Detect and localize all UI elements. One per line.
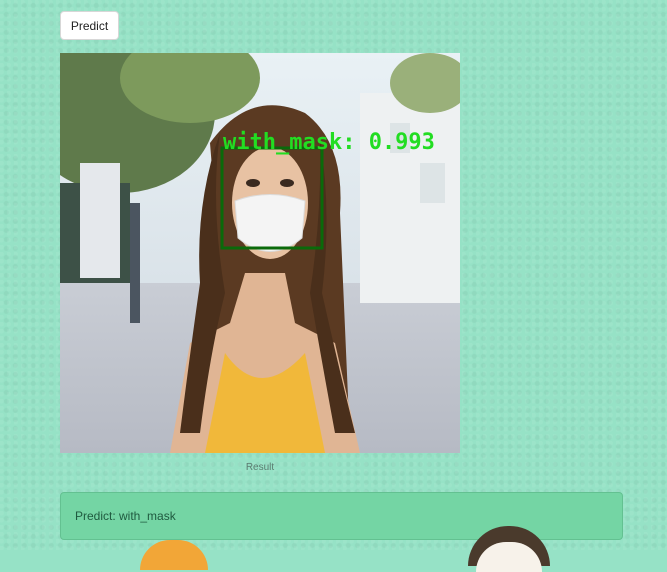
image-caption: Result	[245, 462, 275, 473]
predict-button[interactable]: Predict	[60, 11, 119, 40]
detection-label: with_mask: 0.993	[223, 130, 435, 155]
prediction-alert: Predict: with_mask	[60, 492, 623, 540]
prediction-text: Predict: with_mask	[75, 509, 176, 523]
result-image: with_mask: 0.993	[60, 53, 460, 453]
decorative-orange-shape	[140, 540, 208, 570]
prediction-photo: with_mask: 0.993	[60, 53, 460, 453]
